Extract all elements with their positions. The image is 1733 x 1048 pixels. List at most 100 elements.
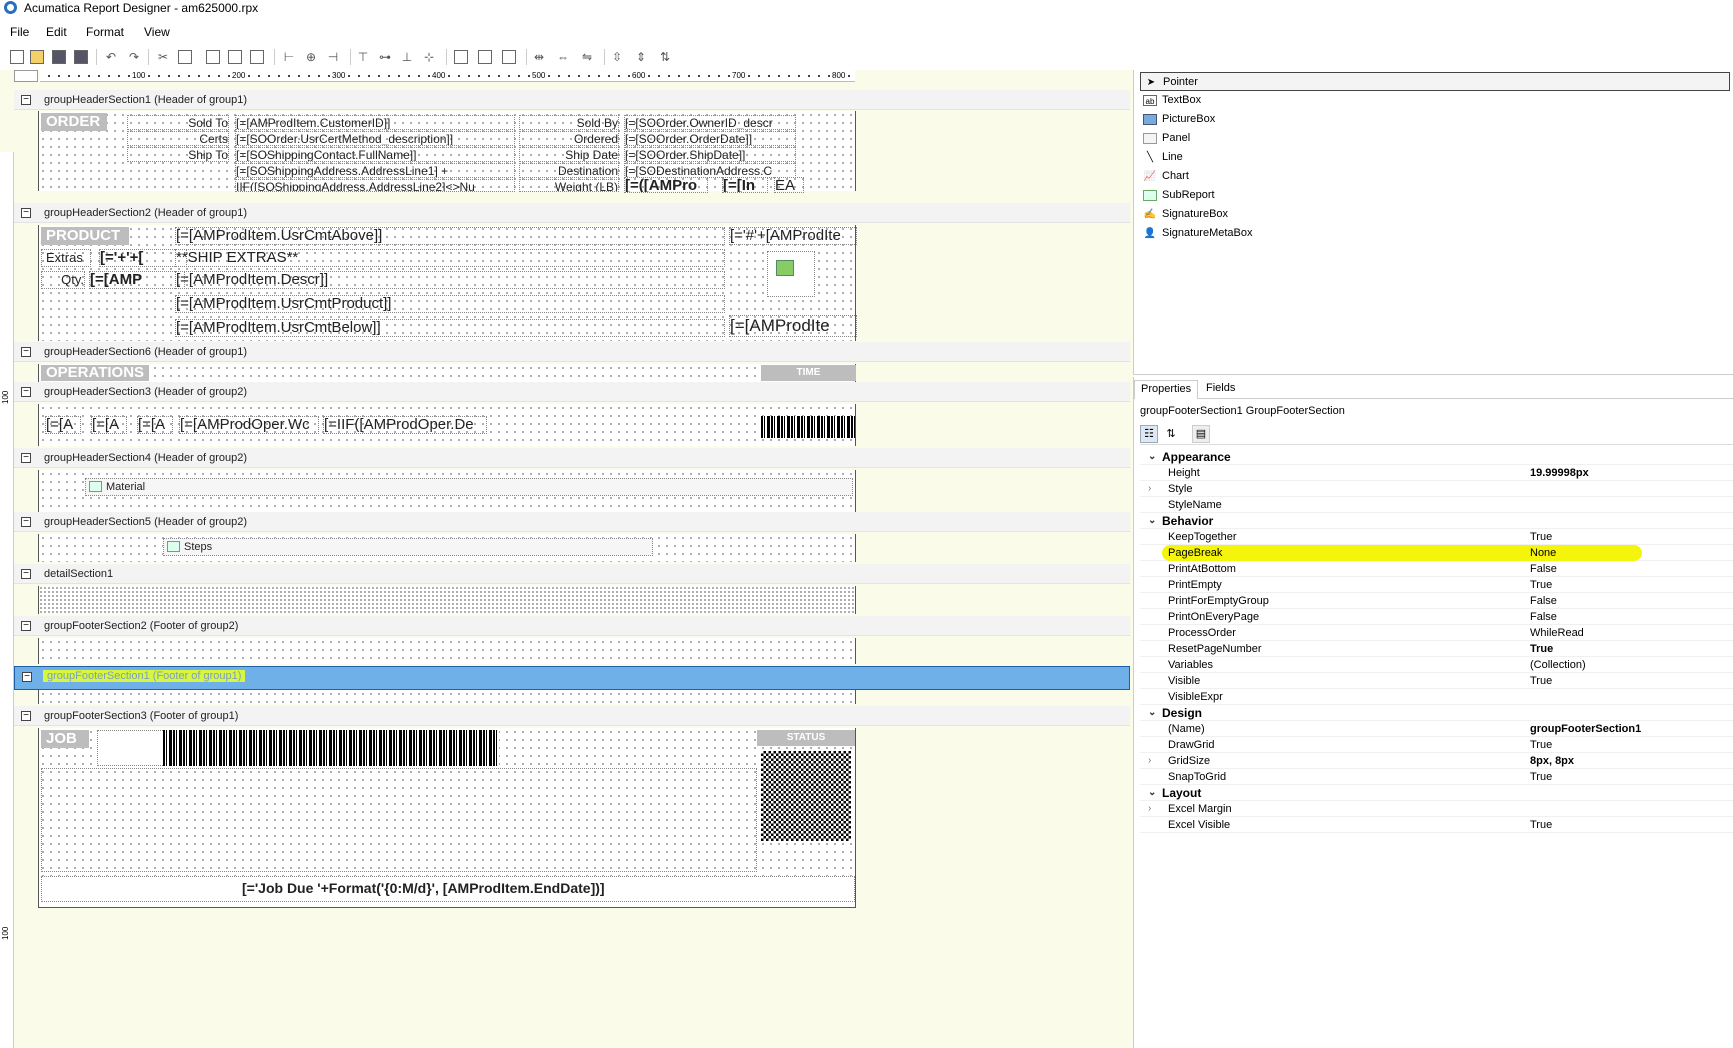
weight-field-3[interactable]: EA <box>774 177 804 193</box>
tool-pointer[interactable]: ➤ Pointer <box>1140 72 1730 91</box>
time-header[interactable]: TIME <box>761 365 856 381</box>
tab-fields[interactable]: Fields <box>1200 380 1241 399</box>
section-area-group-footer-3[interactable]: JOB STATUS [='Job Due '+Format('{0:M/d}'… <box>38 728 856 908</box>
h-spacing-increase-icon[interactable]: ⇔ <box>556 50 570 64</box>
tool-panel[interactable]: Panel <box>1140 129 1730 148</box>
ship-address-line2-field[interactable]: IIF([SOShippingAddress.AddressLine2]<>Nu <box>235 179 515 192</box>
property-category[interactable]: ⌄ Appearance <box>1140 449 1733 465</box>
op-description-field[interactable]: [=IIF([AMProdOper.De <box>323 416 487 434</box>
section-area-group-footer-1[interactable] <box>38 690 856 704</box>
weight-label[interactable]: Weight (LB) <box>519 179 619 192</box>
job-due-field[interactable]: [='Job Due '+Format('{0:M/d}', [AMProdIt… <box>41 876 855 902</box>
property-row[interactable]: PrintAtBottom False <box>1140 561 1733 577</box>
property-value[interactable]: True <box>1530 769 1552 785</box>
section-area-group-header-1[interactable]: ORDER Sold To Certs Ship To [=[AMProdIte… <box>38 111 856 193</box>
cut-icon[interactable]: ✂ <box>156 50 170 64</box>
property-category[interactable]: ⌄ Design <box>1140 705 1733 721</box>
job-header[interactable]: JOB <box>41 730 89 748</box>
property-row[interactable]: SnapToGrid True <box>1140 769 1733 785</box>
destination-label[interactable]: Destination <box>519 163 619 178</box>
same-height-icon[interactable] <box>478 50 492 64</box>
tool-picturebox[interactable]: PictureBox <box>1140 110 1730 129</box>
collapse-toggle[interactable]: − <box>21 621 31 631</box>
certs-label[interactable]: Certs <box>127 131 229 146</box>
align-right-icon[interactable]: ⊣ <box>326 50 340 64</box>
property-category[interactable]: ⌄ Layout <box>1140 785 1733 801</box>
center-vertical-icon[interactable]: ⊹ <box>422 50 436 64</box>
property-value[interactable]: True <box>1530 641 1553 657</box>
sort-alpha-icon[interactable]: ⇅ <box>1162 425 1180 443</box>
job-body-panel[interactable] <box>41 768 757 872</box>
property-row[interactable]: › Excel Margin <box>1140 801 1733 817</box>
property-row[interactable]: ProcessOrder WhileRead <box>1140 625 1733 641</box>
sold-by-label[interactable]: Sold By <box>519 115 619 130</box>
send-back-icon[interactable] <box>228 50 242 64</box>
descr-field[interactable]: [=[AMProdItem.Descr]] <box>175 271 725 289</box>
section-area-group-header-6[interactable]: OPERATIONS TIME <box>38 364 856 382</box>
op-workcenter-field[interactable]: [=[AMProdOper.Wc <box>179 416 319 434</box>
operations-header[interactable]: OPERATIONS <box>41 365 149 381</box>
section-area-group-header-4[interactable]: Material <box>38 470 856 512</box>
ship-date-label[interactable]: Ship Date <box>519 147 619 162</box>
collapse-chevron-icon[interactable]: ⌄ <box>1148 705 1156 721</box>
v-spacing-decrease-icon[interactable]: ⇅ <box>658 50 672 64</box>
sold-to-label[interactable]: Sold To <box>127 115 229 130</box>
v-spacing-increase-icon[interactable]: ⇕ <box>634 50 648 64</box>
property-row[interactable]: PrintEmpty True <box>1140 577 1733 593</box>
collapse-chevron-icon[interactable]: ⌄ <box>1148 513 1156 529</box>
property-row[interactable]: ResetPageNumber True <box>1140 641 1733 657</box>
section-band-group-header-1[interactable]: − groupHeaderSection1 (Header of group1) <box>14 90 1130 110</box>
product-picture-box[interactable] <box>767 251 815 297</box>
undo-icon[interactable]: ↶ <box>104 50 118 64</box>
extras-label[interactable]: Extras <box>41 249 91 267</box>
open-icon[interactable] <box>30 50 44 64</box>
save-as-icon[interactable] <box>74 50 88 64</box>
same-size-icon[interactable] <box>502 50 516 64</box>
collapse-toggle[interactable]: − <box>22 672 32 682</box>
qty-label[interactable]: Qty. <box>41 271 85 289</box>
property-row[interactable]: DrawGrid True <box>1140 737 1733 753</box>
property-value[interactable]: True <box>1530 817 1552 833</box>
property-row[interactable]: Excel Visible True <box>1140 817 1733 833</box>
section-band-group-header-5[interactable]: − groupHeaderSection5 (Header of group2) <box>14 512 1130 532</box>
job-barcode[interactable] <box>163 730 499 766</box>
status-qr-code[interactable] <box>760 750 852 842</box>
section-band-detail[interactable]: − detailSection1 <box>14 564 1130 584</box>
property-value[interactable]: 8px, 8px <box>1530 753 1574 769</box>
op-field-1[interactable]: [=[A <box>45 416 81 434</box>
new-report-icon[interactable] <box>10 50 24 64</box>
property-row[interactable]: PrintOnEveryPage False <box>1140 609 1733 625</box>
property-value[interactable]: None <box>1530 545 1556 561</box>
ship-extras-field[interactable]: **SHIP EXTRAS** <box>175 249 725 267</box>
steps-subreport[interactable]: Steps <box>163 538 653 556</box>
collapse-toggle[interactable]: − <box>21 569 31 579</box>
property-grid[interactable]: ⌄ Appearance Height 19.99998px › Style StyleNa… <box>1140 449 1733 833</box>
redo-icon[interactable]: ↷ <box>127 50 141 64</box>
collapse-toggle[interactable]: − <box>21 95 31 105</box>
ship-address-line1-field[interactable]: [=[SOShippingAddress.AddressLine1] + <box>235 163 515 178</box>
design-canvas[interactable]: 100 200 300 400 500 600 700 800 100 100 … <box>0 70 1133 1048</box>
collapse-toggle[interactable]: − <box>21 711 31 721</box>
property-row[interactable]: PrintForEmptyGroup False <box>1140 593 1733 609</box>
categorized-icon[interactable]: ☷ <box>1140 425 1158 443</box>
expand-chevron-icon[interactable]: › <box>1148 801 1151 817</box>
property-row[interactable]: PageBreak None <box>1140 545 1733 561</box>
property-row[interactable]: › Style <box>1140 481 1733 497</box>
property-value[interactable]: True <box>1530 577 1552 593</box>
product-header[interactable]: PRODUCT <box>41 227 129 245</box>
property-value[interactable]: False <box>1530 593 1557 609</box>
save-icon[interactable] <box>52 50 66 64</box>
section-band-group-header-4[interactable]: − groupHeaderSection4 (Header of group2) <box>14 448 1130 468</box>
sold-to-field[interactable]: [=[AMProdItem.CustomerID]] <box>235 115 515 130</box>
qty-field[interactable]: [=[AMP <box>89 271 185 289</box>
copy-icon[interactable] <box>178 50 192 64</box>
collapse-chevron-icon[interactable]: ⌄ <box>1148 785 1156 801</box>
cmt-product-field[interactable]: [=[AMProdItem.UsrCmtProduct]] <box>175 295 725 313</box>
section-band-group-footer-1[interactable]: − groupFooterSection1 (Footer of group1) <box>14 666 1130 690</box>
ship-to-label[interactable]: Ship To <box>127 147 229 162</box>
property-value[interactable]: 19.99998px <box>1530 465 1589 481</box>
collapse-toggle[interactable]: − <box>21 208 31 218</box>
same-width-icon[interactable] <box>454 50 468 64</box>
expand-chevron-icon[interactable]: › <box>1148 753 1151 769</box>
property-value[interactable]: False <box>1530 561 1557 577</box>
